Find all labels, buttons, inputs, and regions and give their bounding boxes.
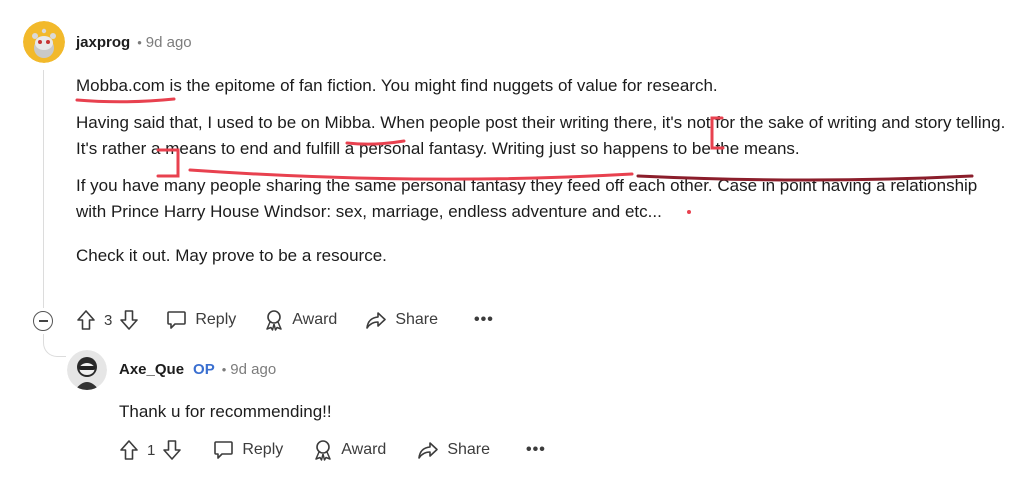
vote-count: 3 [104, 311, 113, 329]
share-arrow-icon [417, 440, 439, 460]
reply-label: Reply [242, 441, 284, 458]
reply-body: Thank u for recommending!! [119, 399, 999, 425]
separator-dot: • [221, 362, 227, 377]
reply-actions: 1 Reply Award Share ••• [119, 439, 546, 461]
upvote-icon[interactable] [119, 439, 139, 461]
award-button[interactable]: Award [313, 439, 386, 461]
reply-bubble-icon [166, 310, 187, 330]
op-badge: OP [193, 361, 215, 378]
share-button[interactable]: Share [365, 310, 438, 330]
comment-actions: 3 Reply Award Share ••• [76, 309, 494, 331]
comment-paragraph: If you have many people sharing the same… [76, 176, 978, 221]
share-label: Share [447, 441, 491, 458]
separator-dot: • [137, 35, 142, 50]
share-arrow-icon [365, 310, 387, 330]
award-icon [264, 309, 284, 331]
reply-label: Reply [195, 311, 237, 328]
avatar[interactable] [23, 21, 65, 63]
reply-button[interactable]: Reply [166, 310, 236, 330]
comment-paragraph: Having said that, I used to be on Mibba.… [76, 113, 1006, 158]
award-icon [313, 439, 333, 461]
more-dots-icon[interactable]: ••• [526, 441, 546, 459]
thread-connector [43, 334, 66, 357]
share-button[interactable]: Share [417, 440, 490, 460]
comment-meta: jaxprog • 9d ago [76, 34, 192, 51]
collapse-thread-button[interactable] [33, 311, 53, 331]
more-dots-icon[interactable]: ••• [474, 311, 494, 329]
comment-body: Mobba.com is the epitome of fan fiction.… [76, 73, 1006, 269]
comment-paragraph: Mobba.com is the epitome of fan fiction.… [76, 76, 718, 95]
avatar[interactable] [67, 350, 107, 390]
award-label: Award [292, 311, 338, 328]
reply-bubble-icon [213, 440, 234, 460]
timestamp[interactable]: 9d ago [146, 34, 192, 51]
username[interactable]: Axe_Que [119, 361, 184, 378]
thread-line[interactable] [43, 70, 44, 308]
award-label: Award [341, 441, 387, 458]
reply-meta: Axe_Que OP • 9d ago [119, 361, 276, 378]
comment-paragraph: Check it out. May prove to be a resource… [76, 246, 387, 265]
reply-text: Thank u for recommending!! [119, 402, 332, 421]
share-label: Share [395, 311, 439, 328]
award-button[interactable]: Award [264, 309, 337, 331]
timestamp[interactable]: 9d ago [230, 361, 276, 378]
username[interactable]: jaxprog [76, 34, 130, 51]
downvote-icon[interactable] [162, 439, 182, 461]
collapse-icon [38, 320, 48, 322]
vote-count: 1 [147, 441, 156, 459]
reply-button[interactable]: Reply [213, 440, 283, 460]
upvote-icon[interactable] [76, 309, 96, 331]
downvote-icon[interactable] [119, 309, 139, 331]
